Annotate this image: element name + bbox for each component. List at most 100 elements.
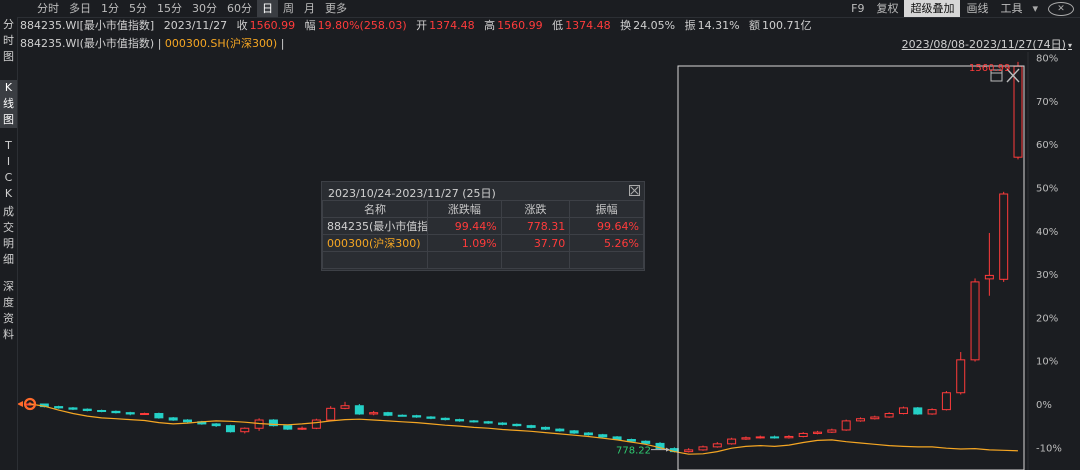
candle-body: [240, 427, 250, 433]
row-empty: [427, 251, 502, 269]
candle-body: [741, 437, 751, 440]
candle-body: [913, 407, 923, 415]
candle-body: [984, 274, 994, 280]
amount-label: 额: [749, 19, 761, 32]
period-tab-0[interactable]: 分时: [32, 0, 64, 17]
open-value: 1374.48: [429, 19, 475, 32]
candle-body: [225, 425, 235, 433]
f9-button[interactable]: F9: [845, 0, 870, 17]
close-icon[interactable]: ✕: [1048, 1, 1074, 16]
left-tab-4[interactable]: 深度资料: [0, 279, 17, 343]
candle-body: [884, 413, 894, 418]
left-tab-0[interactable]: 分时图: [0, 17, 17, 65]
candle-body: [941, 392, 951, 411]
candle-body: [354, 405, 364, 415]
candle-body: [440, 417, 450, 421]
legend-main-series[interactable]: 884235.WI(最小市值指数): [20, 37, 154, 50]
legend-overlay-series[interactable]: 000300.SH(沪深300): [165, 37, 277, 50]
candle-body: [340, 405, 350, 409]
low-price-annotation: 778.22: [616, 446, 651, 457]
legend-separator-2: |: [277, 37, 285, 50]
row-empty: [322, 251, 428, 269]
candle-body: [898, 407, 908, 415]
left-tab-3[interactable]: 成交明细: [0, 204, 17, 268]
super-overlay-button[interactable]: 超级叠加: [904, 0, 961, 17]
candle-body: [641, 440, 651, 444]
tools-button[interactable]: 工具: [994, 0, 1028, 17]
left-tab-2[interactable]: TICK: [0, 138, 17, 202]
candle-body: [455, 419, 465, 422]
row-pct: 99.44%: [427, 217, 502, 235]
candle-body: [813, 431, 823, 434]
candle-body: [369, 412, 379, 415]
candle-body: [498, 422, 508, 425]
close-label: 收: [236, 19, 248, 32]
y-tick-label: 40%: [1036, 227, 1058, 238]
amplitude-label: 振: [684, 19, 696, 32]
date-range-selector[interactable]: 2023/08/08-2023/11/27(74日) ▾: [902, 36, 1072, 52]
period-tab-10[interactable]: 更多: [320, 0, 352, 17]
left-view-tabs: 分时图 K线图 TICK 成交明细深度资料: [0, 17, 18, 470]
date-range-text: 2023/08/08-2023/11/27(74日): [901, 38, 1066, 51]
candle-body: [97, 409, 107, 412]
turnover-value: 24.05%: [633, 19, 676, 32]
candle-body: [827, 429, 837, 433]
candle-body: [125, 412, 135, 415]
candle-body: [927, 409, 937, 415]
left-tab-1[interactable]: K线图: [0, 80, 17, 128]
candle-body: [397, 414, 407, 417]
row-name: 884235(最小市值指数): [322, 217, 428, 235]
candle-body: [755, 436, 765, 439]
table-row: 884235(最小市值指数) 99.44% 778.31 99.64%: [322, 217, 644, 235]
row-chg: 37.70: [500, 234, 571, 252]
period-tab-1[interactable]: 多日: [64, 0, 96, 17]
period-tab-9[interactable]: 月: [299, 0, 320, 17]
header-name: 名称: [322, 200, 428, 218]
header-chg: 涨跌: [500, 200, 571, 218]
candle-body: [526, 425, 536, 428]
period-tabs: 分时 多日 1分 5分 15分 30分 60分日周月更多: [32, 0, 352, 17]
range-stats-table: 名称 涨跌幅 涨跌 振幅 884235(最小市值指数) 99.44% 778.3…: [322, 200, 644, 269]
chevron-down-icon: ▾: [1067, 41, 1072, 50]
candle-body: [412, 415, 422, 418]
toolbar-right: F9 复权 超级叠加 画线 工具 ▾ ✕: [845, 0, 1080, 17]
candle-body: [426, 416, 436, 419]
amount-value: 100.71亿: [762, 19, 812, 32]
change-value: 19.80%(258.03): [317, 19, 407, 32]
overlay-series-line: [29, 403, 1019, 455]
period-tab-2[interactable]: 1分: [96, 0, 124, 17]
candle-body: [712, 443, 722, 448]
period-tab-8[interactable]: 周: [278, 0, 299, 17]
candle-body: [684, 449, 694, 453]
selection-box: [677, 65, 1025, 470]
candle-body: [311, 419, 321, 429]
candle-body: [68, 407, 78, 410]
close-icon[interactable]: [629, 185, 640, 196]
draw-line-button[interactable]: 画线: [960, 0, 994, 17]
candle-body: [784, 435, 794, 439]
y-tick-label: 0%: [1036, 400, 1052, 411]
candle-body: [183, 419, 193, 423]
chevron-down-icon[interactable]: ▾: [1028, 0, 1042, 17]
period-tab-7[interactable]: 日: [257, 0, 278, 17]
popup-title: 2023/10/24-2023/11/27 (25日): [328, 187, 496, 200]
table-row: [322, 251, 644, 269]
series-start-marker-dot: [28, 402, 32, 406]
candle-body: [82, 408, 92, 411]
quote-bar: 884235.WI[最小市值指数] 2023/11/27 收 1560.99 幅1…: [20, 17, 818, 35]
candle-body: [841, 420, 851, 431]
row-empty: [569, 251, 644, 269]
candle-body: [540, 426, 550, 430]
close-value: 1560.99: [249, 19, 296, 32]
row-amp: 99.64%: [569, 217, 644, 235]
fuquan-button[interactable]: 复权: [870, 0, 904, 17]
open-label: 开: [416, 19, 428, 32]
period-tab-5[interactable]: 30分: [187, 0, 222, 17]
candle-body: [698, 446, 708, 451]
period-tab-4[interactable]: 15分: [152, 0, 187, 17]
low-value: 1374.48: [565, 19, 611, 32]
candle-body: [555, 428, 565, 432]
row-chg: 778.31: [500, 217, 571, 235]
period-tab-3[interactable]: 5分: [124, 0, 152, 17]
period-tab-6[interactable]: 60分: [222, 0, 257, 17]
